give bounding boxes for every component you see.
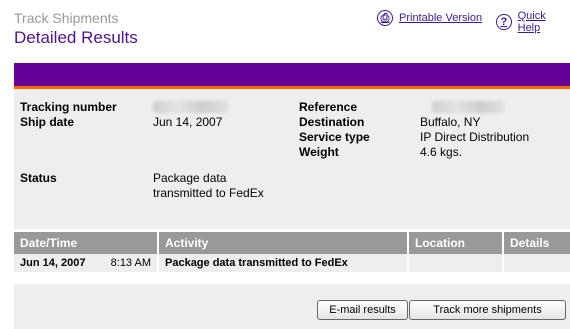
tracking-number-label: Tracking number bbox=[20, 100, 117, 114]
cell-activity: Package data transmitted to FedEx bbox=[159, 254, 409, 272]
destination-label: Destination bbox=[299, 115, 365, 129]
reference-value-redacted bbox=[432, 101, 504, 113]
track-more-shipments-button[interactable]: Track more shipments bbox=[409, 300, 566, 320]
cell-date: Jun 14, 2007 bbox=[20, 257, 86, 269]
quick-help-link[interactable]: ? Quick Help bbox=[496, 10, 570, 34]
printable-version-link[interactable]: ⎙ Printable Version bbox=[377, 10, 482, 26]
weight-value: 4.6 kgs. bbox=[420, 145, 463, 159]
table-header: Date/Time Activity Location Details bbox=[14, 232, 570, 254]
quick-help-label: Quick Help bbox=[517, 10, 546, 34]
printable-version-label: Printable Version bbox=[399, 12, 483, 24]
page-title: Detailed Results bbox=[14, 28, 138, 47]
destination-value: Buffalo, NY bbox=[420, 115, 481, 129]
service-type-value: IP Direct Distribution bbox=[420, 130, 530, 144]
ship-date-value: Jun 14, 2007 bbox=[153, 115, 223, 129]
help-icon: ? bbox=[496, 14, 512, 30]
cell-details bbox=[504, 254, 570, 272]
ship-date-label: Ship date bbox=[20, 115, 75, 129]
cell-datetime: Jun 14, 2007 8:13 AM bbox=[14, 254, 159, 272]
actions-bar: E-mail results Track more shipments bbox=[14, 284, 570, 329]
status-label: Status bbox=[20, 171, 57, 185]
weight-label: Weight bbox=[299, 145, 339, 159]
status-value-line2: transmitted to FedEx bbox=[153, 186, 264, 200]
printer-icon: ⎙ bbox=[377, 10, 393, 26]
column-header-datetime: Date/Time bbox=[14, 232, 159, 254]
status-value-line1: Package data bbox=[153, 171, 227, 185]
column-header-details: Details bbox=[510, 236, 550, 250]
service-type-label: Service type bbox=[299, 130, 370, 144]
column-header-location: Location bbox=[409, 232, 504, 254]
shipment-details-panel: Tracking number Ship date Jun 14, 2007 R… bbox=[14, 89, 570, 229]
reference-label: Reference bbox=[299, 100, 358, 114]
brand-bar bbox=[14, 63, 570, 86]
table-row: Jun 14, 2007 8:13 AM Package data transm… bbox=[14, 254, 570, 272]
column-header-activity: Activity bbox=[159, 232, 409, 254]
cell-location bbox=[409, 254, 504, 272]
tracking-number-value-redacted bbox=[153, 101, 228, 113]
activity-table: Date/Time Activity Location Details Jun … bbox=[14, 232, 570, 272]
header-kicker: Track Shipments bbox=[14, 10, 119, 26]
email-results-button[interactable]: E-mail results bbox=[317, 300, 408, 320]
cell-time: 8:13 AM bbox=[110, 257, 151, 269]
